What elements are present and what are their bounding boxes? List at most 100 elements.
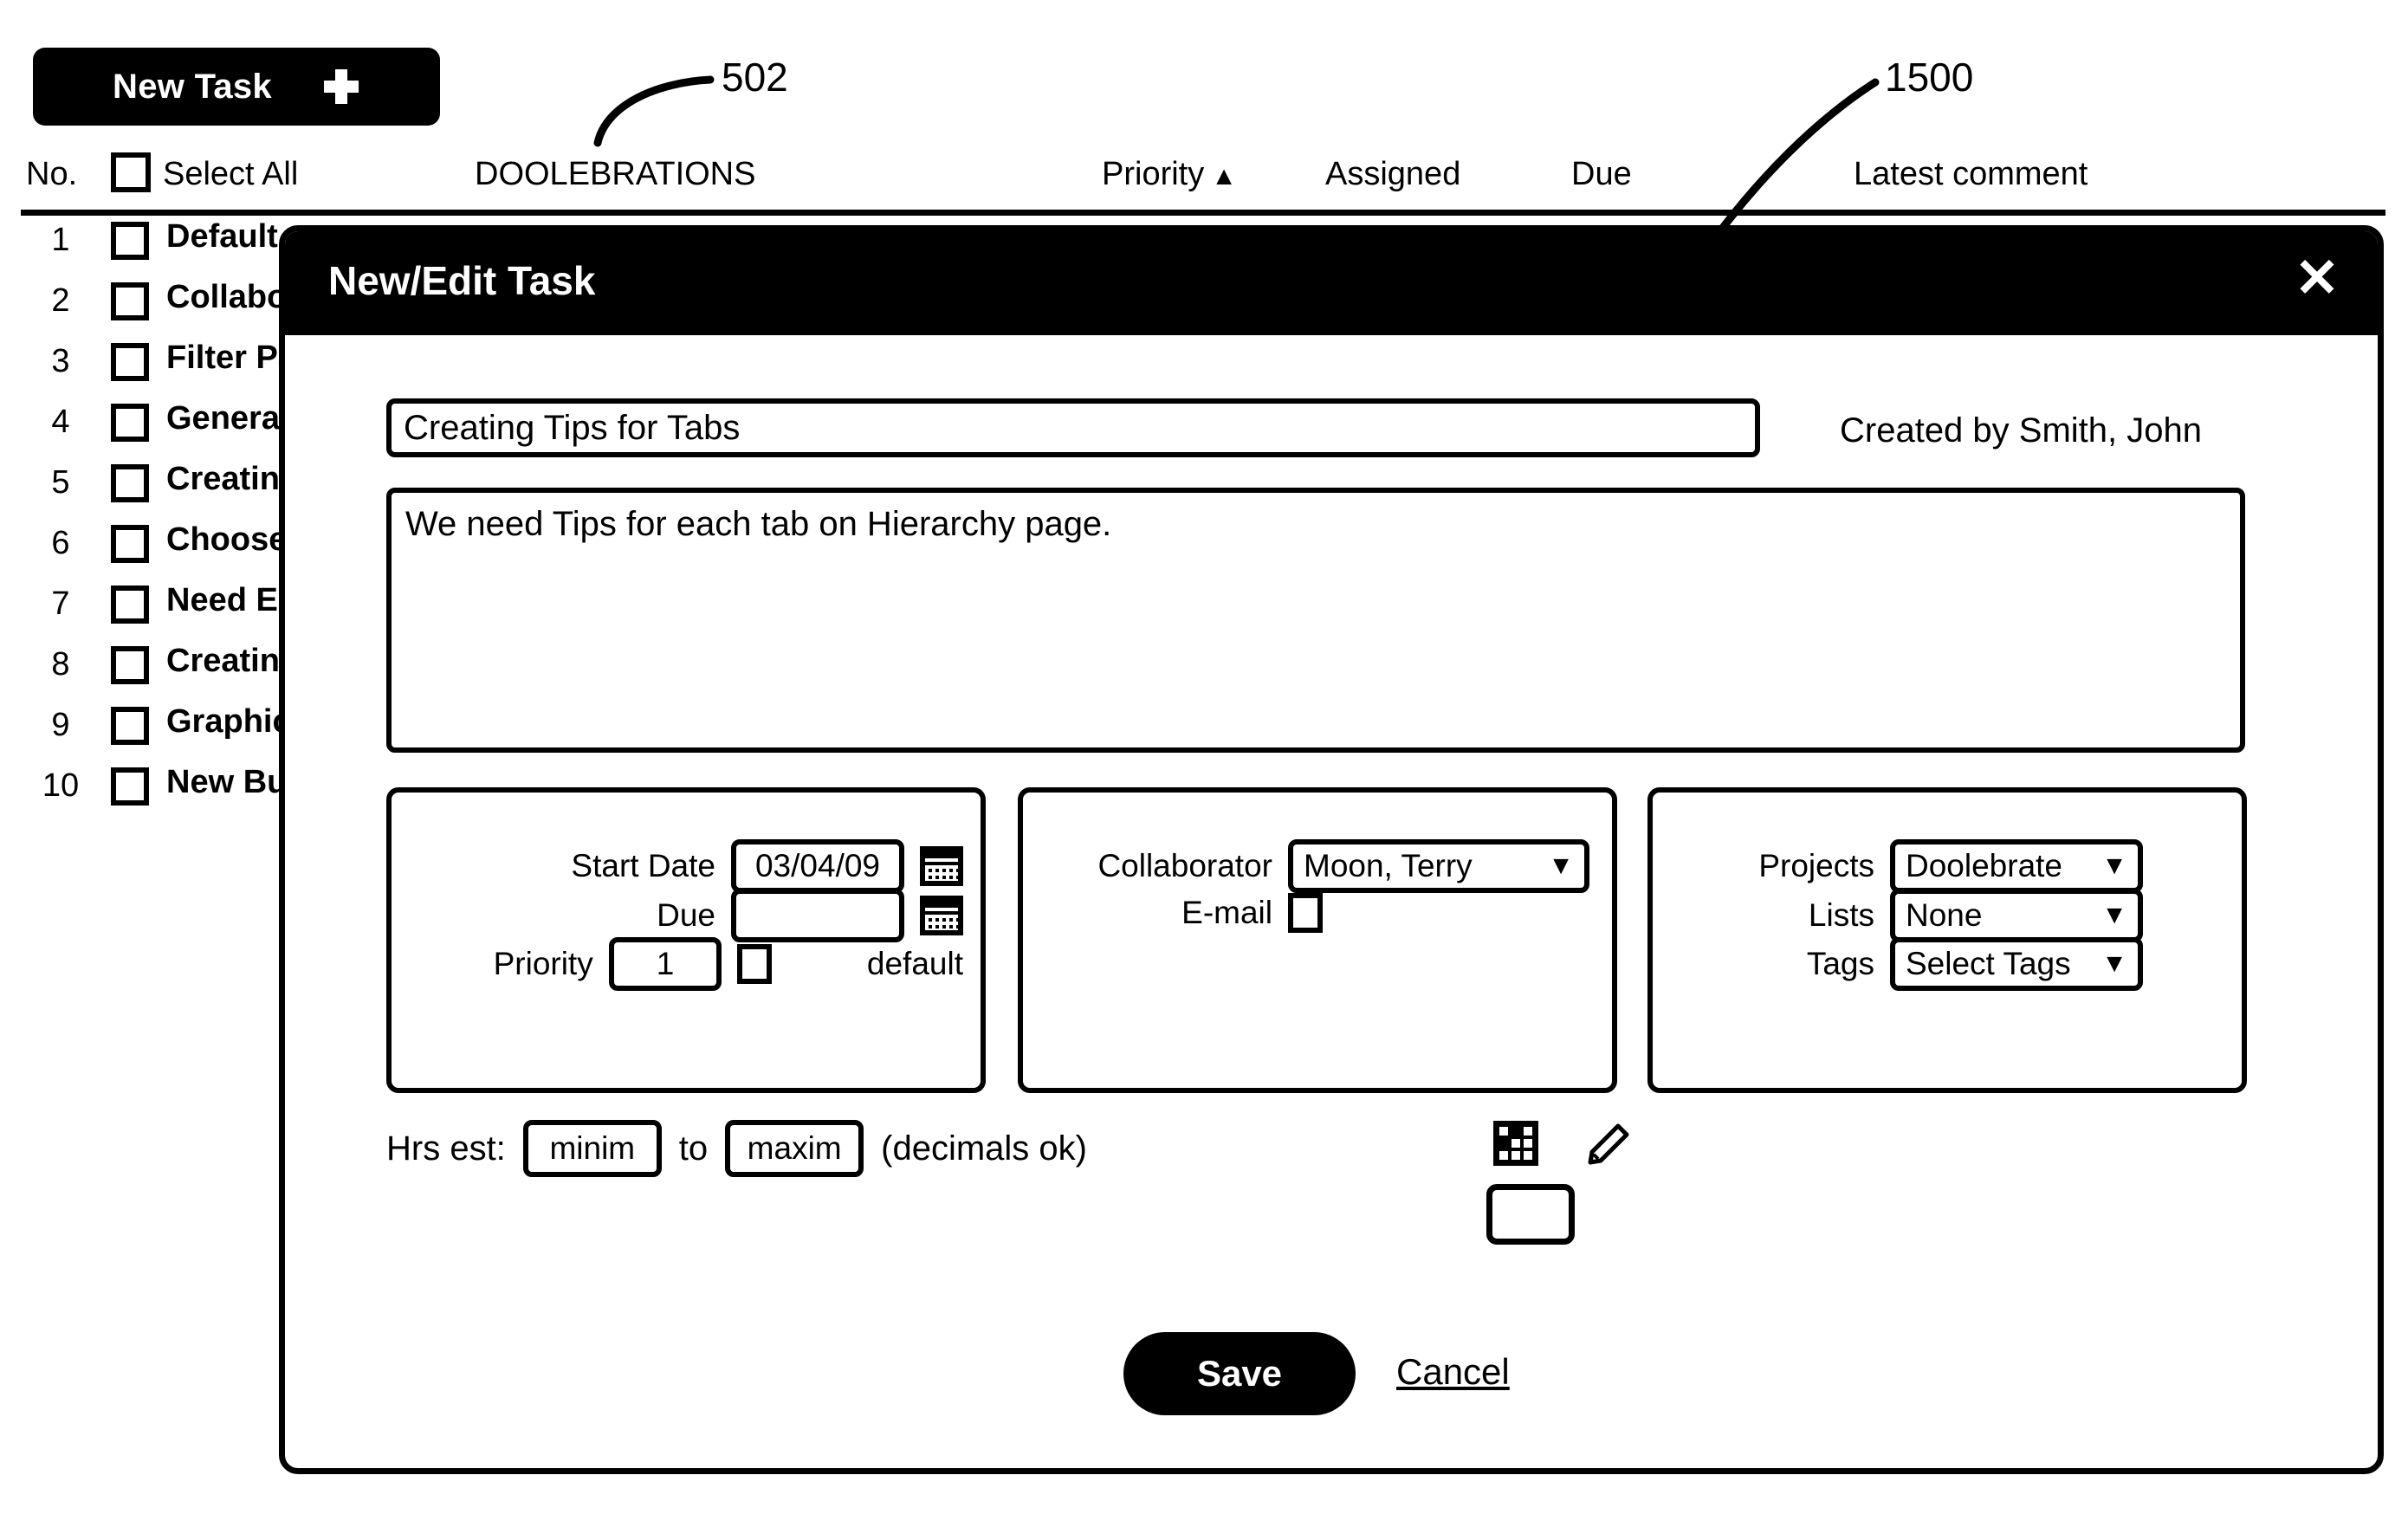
task-row-number: 7 xyxy=(51,586,70,622)
task-row-checkbox[interactable] xyxy=(111,404,149,442)
close-icon[interactable]: ✕ xyxy=(2295,252,2340,306)
lists-value: None xyxy=(1906,897,1983,933)
task-row-number: 2 xyxy=(51,282,70,319)
task-row-checkbox[interactable] xyxy=(111,525,149,563)
lists-label: Lists xyxy=(1808,897,1874,933)
hours-estimate-row: Hrs est: minim to maxim (decimals ok) xyxy=(386,1120,1087,1177)
collaborator-value: Moon, Terry xyxy=(1304,848,1473,883)
chevron-down-icon: ▼ xyxy=(2101,851,2127,880)
reference-numeral-1500: 1500 xyxy=(1885,55,1974,100)
task-row-label: Genera xyxy=(166,400,280,437)
lists-row: Lists None ▼ xyxy=(1675,889,2143,942)
organize-panel: Projects Doolebrate ▼ Lists None ▼ Tags … xyxy=(1647,787,2247,1093)
hours-note: (decimals ok) xyxy=(881,1129,1087,1168)
chevron-down-icon: ▼ xyxy=(2101,949,2127,978)
priority-default-checkbox[interactable] xyxy=(737,944,773,984)
task-row-number: 6 xyxy=(51,525,70,561)
column-header-no: No. xyxy=(26,156,78,192)
projects-label: Projects xyxy=(1758,848,1874,883)
column-header-priority[interactable]: Priority ▲ xyxy=(1102,156,1237,193)
task-row-number: 9 xyxy=(51,707,70,743)
task-row-number: 8 xyxy=(51,646,70,683)
projects-value: Doolebrate xyxy=(1906,848,2063,883)
task-row-checkbox[interactable] xyxy=(111,282,149,320)
calendar-icon-grid xyxy=(925,865,958,881)
task-title-value: Creating Tips for Tabs xyxy=(404,408,741,447)
lists-select[interactable]: None ▼ xyxy=(1890,889,2143,942)
column-header-project: DOOLEBRATIONS xyxy=(475,156,756,192)
task-row-checkbox[interactable] xyxy=(111,464,149,502)
calendar-icon[interactable] xyxy=(920,846,963,886)
keypad-icon[interactable] xyxy=(1493,1121,1538,1166)
tags-label: Tags xyxy=(1806,946,1874,981)
dialog-title-bar: New/Edit Task ✕ xyxy=(285,231,2378,335)
hours-min-placeholder: minim xyxy=(549,1130,636,1166)
task-row-number: 1 xyxy=(51,222,70,258)
plus-icon xyxy=(322,68,360,106)
task-row-label: Collabo xyxy=(166,279,288,315)
collaborator-select[interactable]: Moon, Terry ▼ xyxy=(1288,839,1589,893)
column-header-assigned[interactable]: Assigned xyxy=(1325,156,1460,193)
dialog-title: New/Edit Task xyxy=(328,258,596,303)
collaborator-label: Collaborator xyxy=(1097,848,1272,883)
projects-select[interactable]: Doolebrate ▼ xyxy=(1890,839,2143,893)
priority-label: Priority xyxy=(493,946,593,981)
save-button[interactable]: Save xyxy=(1123,1332,1356,1415)
attachment-icon-group xyxy=(1493,1119,1632,1168)
task-row-number: 4 xyxy=(51,404,70,440)
task-row-checkbox[interactable] xyxy=(111,707,149,745)
chevron-down-icon: ▼ xyxy=(1548,851,1574,880)
email-label: E-mail xyxy=(1181,895,1272,930)
tags-row: Tags Select Tags ▼ xyxy=(1675,937,2143,991)
header-divider xyxy=(21,210,2385,216)
hours-between-label: to xyxy=(678,1129,709,1168)
email-row: E-mail xyxy=(1047,893,1323,933)
task-row-label: New Bu xyxy=(166,764,288,800)
pencil-icon[interactable] xyxy=(1583,1119,1632,1168)
cancel-link[interactable]: Cancel xyxy=(1396,1351,1510,1393)
new-task-label: New Task xyxy=(113,67,272,106)
priority-row: Priority 1 default xyxy=(418,937,963,991)
due-date-label: Due xyxy=(657,897,715,933)
task-description-textarea[interactable]: We need Tips for each tab on Hierarchy p… xyxy=(386,488,2245,753)
task-row-number: 10 xyxy=(42,767,80,804)
priority-input[interactable]: 1 xyxy=(608,937,722,991)
priority-default-label: default xyxy=(866,946,963,981)
save-button-label: Save xyxy=(1196,1353,1283,1394)
task-title-input[interactable]: Creating Tips for Tabs xyxy=(386,398,1760,457)
tags-value: Select Tags xyxy=(1906,946,2071,981)
hours-estimate-label: Hrs est: xyxy=(386,1129,506,1168)
due-date-input[interactable] xyxy=(731,889,904,942)
start-date-input[interactable]: 03/04/09 xyxy=(731,839,904,893)
column-header-latest-comment[interactable]: Latest comment xyxy=(1854,156,2088,193)
hours-max-input[interactable]: maxim xyxy=(725,1120,864,1177)
email-checkbox[interactable] xyxy=(1288,893,1323,933)
task-row-label: Graphic xyxy=(166,703,291,740)
start-date-value: 03/04/09 xyxy=(754,848,881,883)
column-header-due[interactable]: Due xyxy=(1571,156,1632,193)
task-row-checkbox[interactable] xyxy=(111,222,149,260)
reference-numeral-502: 502 xyxy=(722,55,788,100)
new-task-button[interactable]: New Task xyxy=(33,48,440,126)
keypad-icon-grid xyxy=(1499,1127,1532,1160)
task-row-number: 3 xyxy=(51,343,70,379)
projects-row: Projects Doolebrate ▼ xyxy=(1675,839,2143,893)
start-date-label: Start Date xyxy=(571,848,715,883)
chevron-down-icon: ▼ xyxy=(2101,901,2127,929)
hours-min-input[interactable]: minim xyxy=(522,1120,662,1177)
schedule-panel: Start Date 03/04/09 Due Priority 1 defau… xyxy=(386,787,986,1093)
task-row-checkbox[interactable] xyxy=(111,343,149,381)
task-row-checkbox[interactable] xyxy=(111,586,149,624)
collaborator-panel: Collaborator Moon, Terry ▼ E-mail xyxy=(1018,787,1617,1093)
tags-select[interactable]: Select Tags ▼ xyxy=(1890,937,2143,991)
calendar-icon[interactable] xyxy=(920,896,963,935)
select-all-checkbox[interactable] xyxy=(111,152,151,192)
calendar-icon-grid xyxy=(925,915,958,930)
collaborator-row: Collaborator Moon, Terry ▼ xyxy=(1047,839,1589,893)
column-header-select-all: Select All xyxy=(163,156,299,192)
priority-value: 1 xyxy=(656,946,675,981)
attachment-drop-box[interactable] xyxy=(1486,1184,1575,1245)
task-row-checkbox[interactable] xyxy=(111,767,149,806)
task-row-checkbox[interactable] xyxy=(111,646,149,684)
column-header-priority-label: Priority xyxy=(1102,156,1205,192)
